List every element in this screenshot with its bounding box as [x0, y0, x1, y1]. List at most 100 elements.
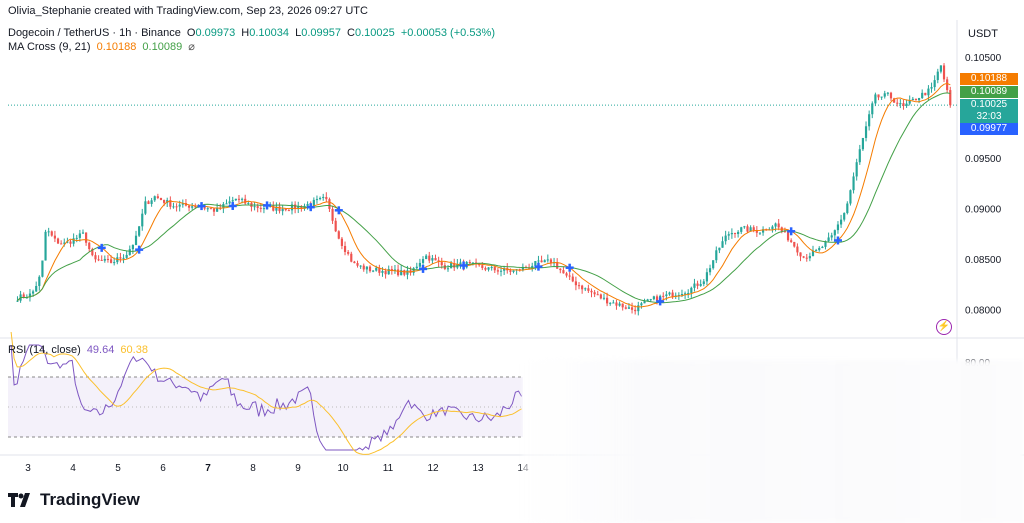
candle-body: [939, 65, 942, 72]
candle-body: [537, 260, 540, 262]
candle-body: [621, 303, 624, 308]
ma-name[interactable]: MA Cross (9, 21): [8, 41, 91, 53]
ma-legend[interactable]: MA Cross (9, 21) 0.10188 0.10089 ⌀: [8, 40, 198, 53]
low-value: 0.09957: [301, 27, 341, 39]
candle-body: [225, 203, 228, 205]
candle-body: [818, 247, 821, 251]
rsi-value: 49.64: [86, 344, 115, 356]
countdown-text: 32:03: [976, 111, 1002, 122]
candle-body: [593, 292, 596, 295]
rsi-name[interactable]: RSI (14, close): [8, 344, 81, 356]
candle-body: [836, 224, 840, 231]
candle-body: [680, 294, 684, 296]
candle-body: [237, 198, 241, 200]
eye-off-icon[interactable]: ⌀: [188, 41, 195, 53]
candle-body: [134, 235, 138, 245]
candle-body: [468, 261, 471, 263]
tradingview-logo[interactable]: TradingView: [8, 490, 140, 510]
candle-body: [843, 213, 846, 220]
candle-body: [886, 92, 889, 94]
candle-body: [602, 297, 606, 299]
candle-body: [684, 293, 687, 295]
candle-body: [375, 267, 378, 271]
candle-body: [144, 201, 147, 214]
candle-body: [540, 260, 543, 263]
candle-body: [244, 198, 247, 204]
candle-body: [627, 307, 631, 309]
candle-body: [911, 98, 914, 101]
symbol-legend[interactable]: Dogecoin / TetherUS · 1h · Binance O0.09…: [8, 27, 498, 39]
candle-body: [849, 190, 852, 204]
rsi-legend[interactable]: RSI (14, close) 49.64 60.38: [8, 344, 151, 356]
time-tick-label: 13: [472, 463, 484, 474]
candle-body: [138, 226, 141, 236]
candle-body: [590, 290, 593, 293]
price-tick-label: 0.09000: [965, 205, 1002, 216]
candle-body: [727, 234, 730, 236]
low-tag-text: 0.09977: [970, 123, 1008, 134]
candle-body: [609, 302, 612, 304]
slow-ma-price-tag: 0.10089: [960, 86, 1018, 98]
price-tick-label: 0.08000: [965, 306, 1002, 317]
candle-body: [868, 114, 871, 127]
candle-body: [440, 262, 443, 266]
candle-body: [889, 92, 893, 99]
candle-body: [746, 226, 749, 232]
candle-body: [668, 292, 671, 295]
candle-body: [156, 196, 159, 198]
candle-body: [880, 96, 883, 98]
candle-body: [771, 226, 774, 230]
candle-body: [428, 255, 431, 261]
candle-body: [331, 208, 334, 221]
candlestick-series[interactable]: [16, 63, 952, 316]
price-tick-label: 0.10500: [965, 53, 1002, 64]
candle-body: [381, 270, 384, 273]
candle-body: [50, 231, 53, 236]
candle-body: [871, 103, 874, 115]
time-tick-label: 11: [383, 463, 394, 474]
low-price-tag: 0.09977: [960, 123, 1018, 135]
candle-body: [864, 126, 868, 138]
last-price-text: 0.10025: [970, 99, 1008, 110]
candle-body: [896, 102, 899, 104]
candle-body: [855, 162, 858, 177]
candle-body: [534, 261, 537, 266]
candle-body: [209, 208, 212, 210]
fast-ma-tag-text: 0.10188: [970, 73, 1008, 84]
candle-body: [615, 302, 618, 306]
candle-body: [147, 201, 150, 204]
candle-body: [94, 255, 97, 260]
currency-label: USDT: [968, 28, 1001, 40]
candle-body: [191, 206, 194, 208]
alert-icon[interactable]: ⚡: [936, 319, 952, 335]
candle-body: [421, 259, 425, 263]
currency-text: USDT: [968, 28, 998, 40]
candle-body: [786, 231, 790, 241]
candle-body: [565, 273, 568, 276]
candle-body: [490, 267, 493, 269]
candle-body: [640, 303, 643, 306]
candle-body: [752, 227, 755, 231]
candle-body: [936, 71, 939, 81]
candle-body: [712, 260, 715, 269]
candle-body: [634, 309, 637, 312]
ma-cross-markers: [97, 201, 842, 306]
candle-body: [253, 206, 256, 208]
candle-body: [187, 205, 191, 208]
candle-body: [799, 252, 802, 257]
candle-body: [125, 254, 128, 258]
symbol-name[interactable]: Dogecoin / TetherUS · 1h · Binance: [8, 27, 181, 39]
candle-body: [649, 299, 652, 301]
candle-body: [827, 237, 830, 242]
ma-cross-marker: [565, 263, 574, 272]
time-tick-label: 3: [25, 463, 31, 474]
candle-body: [815, 250, 818, 252]
rsi-band: [8, 377, 523, 437]
candle-body: [38, 276, 41, 286]
candle-body: [203, 207, 206, 209]
change-value: +0.00053 (+0.53%): [400, 27, 495, 39]
candle-body: [356, 263, 359, 266]
candle-body: [493, 267, 496, 271]
candle-body: [743, 226, 746, 228]
candle-body: [637, 305, 640, 312]
